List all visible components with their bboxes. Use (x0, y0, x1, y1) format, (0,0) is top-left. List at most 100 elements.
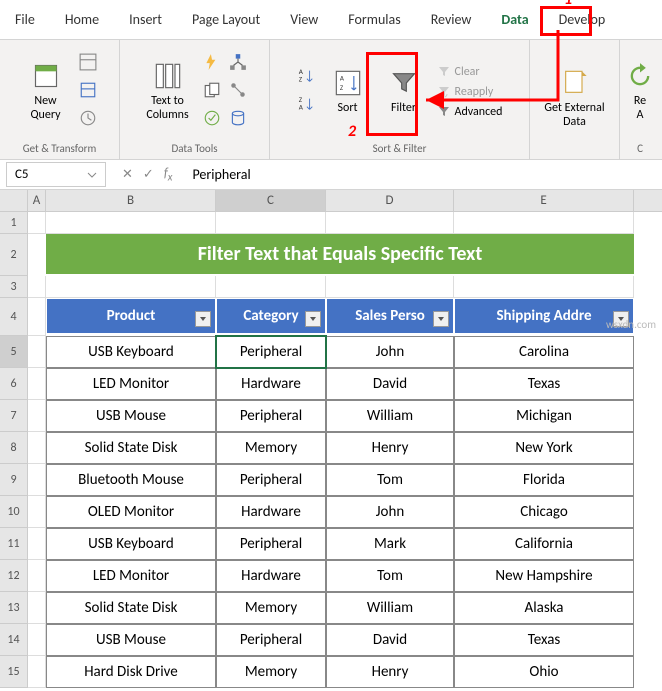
row-header[interactable]: 2 (0, 234, 28, 276)
row-header[interactable]: 10 (0, 496, 28, 528)
row-header[interactable]: 6 (0, 368, 28, 400)
ribbon-tab-file[interactable]: File (0, 0, 50, 39)
col-header[interactable]: D (326, 190, 454, 211)
row-header[interactable]: 14 (0, 624, 28, 656)
row-header[interactable]: 4 (0, 298, 28, 336)
cell-sales-person[interactable]: John (326, 336, 454, 368)
cell-category[interactable]: Peripheral (216, 464, 326, 496)
enter-icon[interactable]: ✓ (143, 167, 154, 182)
table-header-sales[interactable]: Sales Perso (326, 298, 454, 334)
ribbon-tab-develop[interactable]: Develop (544, 0, 621, 39)
text-to-columns-button[interactable]: Text to Columns (140, 58, 194, 126)
col-header[interactable]: A (28, 190, 46, 211)
row-header[interactable]: 13 (0, 592, 28, 624)
cell-product[interactable]: LED Monitor (46, 560, 216, 592)
cell-sales-person[interactable]: John (326, 496, 454, 528)
clear-button[interactable]: Clear (435, 63, 505, 81)
cell-sales-person[interactable]: Tom (326, 464, 454, 496)
fx-icon[interactable]: fx (164, 166, 173, 184)
row-header[interactable]: 5 (0, 336, 28, 368)
cell-shipping[interactable]: Chicago (454, 496, 634, 528)
show-queries-icon[interactable] (77, 51, 99, 77)
cell-product[interactable]: Hard Disk Drive (46, 656, 216, 688)
flash-fill-icon[interactable] (201, 51, 223, 77)
row-header[interactable]: 11 (0, 528, 28, 560)
cell-sales-person[interactable]: Henry (326, 656, 454, 688)
data-validation-icon[interactable] (201, 107, 223, 133)
cell-shipping[interactable]: California (454, 528, 634, 560)
cancel-icon[interactable]: ✕ (122, 167, 133, 182)
filter-dropdown-icon[interactable] (305, 311, 321, 327)
cell-shipping[interactable]: Texas (454, 624, 634, 656)
cell-product[interactable]: LED Monitor (46, 368, 216, 400)
formula-bar[interactable]: Peripheral (182, 162, 662, 187)
cell-shipping[interactable]: New York (454, 432, 634, 464)
cell-sales-person[interactable]: Mark (326, 528, 454, 560)
cell-sales-person[interactable]: William (326, 400, 454, 432)
cell-product[interactable]: USB Keyboard (46, 528, 216, 560)
sort-button[interactable]: AZ Sort (323, 65, 373, 119)
col-header[interactable]: C (216, 190, 326, 211)
cell-category[interactable]: Peripheral (216, 624, 326, 656)
ribbon-tab-view[interactable]: View (275, 0, 333, 39)
cell-category[interactable]: Memory (216, 592, 326, 624)
cell-category[interactable]: Peripheral (216, 528, 326, 560)
col-header[interactable]: E (454, 190, 634, 211)
select-all-corner[interactable] (0, 190, 28, 211)
sort-desc-icon[interactable]: ZA (295, 93, 317, 119)
name-box[interactable]: C5 (6, 162, 106, 187)
col-header[interactable]: B (46, 190, 216, 211)
cell-category[interactable]: Peripheral (216, 400, 326, 432)
cell-sales-person[interactable]: David (326, 368, 454, 400)
ribbon-tab-home[interactable]: Home (50, 0, 114, 39)
ribbon-tab-review[interactable]: Review (416, 0, 487, 39)
row-header[interactable]: 3 (0, 276, 28, 298)
cell-product[interactable]: USB Mouse (46, 624, 216, 656)
cell-product[interactable]: USB Mouse (46, 400, 216, 432)
cell-sales-person[interactable]: Henry (326, 432, 454, 464)
cell-sales-person[interactable]: David (326, 624, 454, 656)
consolidate-icon[interactable] (227, 51, 249, 77)
cell-product[interactable]: Solid State Disk (46, 432, 216, 464)
table-header-category[interactable]: Category (216, 298, 326, 334)
cell-category[interactable]: Peripheral (216, 336, 326, 368)
cell-category[interactable]: Hardware (216, 368, 326, 400)
refresh-all-button[interactable]: Re A (615, 58, 662, 126)
manage-data-model-icon[interactable] (227, 107, 249, 133)
cell-shipping[interactable]: Florida (454, 464, 634, 496)
row-header[interactable]: 1 (0, 212, 28, 234)
cell-shipping[interactable]: Alaska (454, 592, 634, 624)
sort-asc-icon[interactable]: AZ (295, 65, 317, 91)
cell-sales-person[interactable]: William (326, 592, 454, 624)
cell-category[interactable]: Memory (216, 656, 326, 688)
cell-category[interactable]: Memory (216, 432, 326, 464)
cell-shipping[interactable]: Ohio (454, 656, 634, 688)
relationships-icon[interactable] (227, 79, 249, 105)
cell-category[interactable]: Hardware (216, 496, 326, 528)
filter-dropdown-icon[interactable] (195, 311, 211, 327)
remove-duplicates-icon[interactable] (201, 79, 223, 105)
filter-dropdown-icon[interactable] (433, 311, 449, 327)
filter-button[interactable]: Filter (379, 65, 429, 119)
row-header[interactable]: 7 (0, 400, 28, 432)
cell-shipping[interactable]: Carolina (454, 336, 634, 368)
reapply-button[interactable]: Reapply (435, 83, 505, 101)
row-header[interactable]: 8 (0, 432, 28, 464)
cell-shipping[interactable]: Texas (454, 368, 634, 400)
row-header[interactable]: 12 (0, 560, 28, 592)
cell-category[interactable]: Hardware (216, 560, 326, 592)
get-external-data-button[interactable]: Get External Data (538, 65, 610, 133)
advanced-button[interactable]: Advanced (435, 103, 505, 121)
ribbon-tab-data[interactable]: Data (486, 0, 543, 39)
cell-product[interactable]: OLED Monitor (46, 496, 216, 528)
table-header-product[interactable]: Product (46, 298, 216, 334)
cell-product[interactable]: USB Keyboard (46, 336, 216, 368)
ribbon-tab-insert[interactable]: Insert (114, 0, 177, 39)
cell-sales-person[interactable]: Tom (326, 560, 454, 592)
cell-shipping[interactable]: Michigan (454, 400, 634, 432)
cell-product[interactable]: Solid State Disk (46, 592, 216, 624)
ribbon-tab-formulas[interactable]: Formulas (333, 0, 415, 39)
from-table-icon[interactable] (77, 79, 99, 105)
new-query-button[interactable]: New Query (21, 58, 71, 126)
cell-product[interactable]: Bluetooth Mouse (46, 464, 216, 496)
